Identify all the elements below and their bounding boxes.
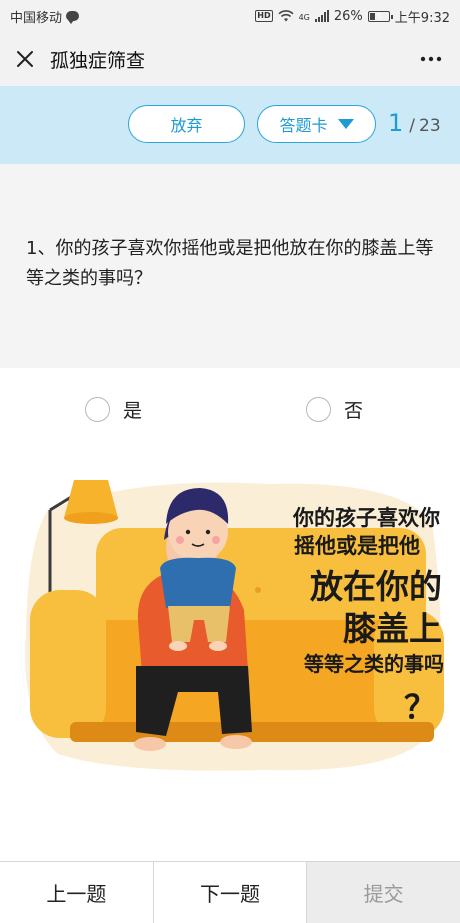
illustration-caption-line-2: 摇他或是把他 <box>294 533 420 558</box>
next-question-label: 下一题 <box>200 882 260 906</box>
question-illustration: 你的孩子喜欢你 摇他或是把他 放在你的 膝盖上 等等之类的事吗 ？ <box>18 470 446 786</box>
clock: 上午9:32 <box>394 10 450 26</box>
carrier-label: 中国移动 <box>10 10 63 26</box>
submit-button[interactable]: 提交 <box>307 862 460 923</box>
next-question-button[interactable]: 下一题 <box>153 862 308 923</box>
signal-icon <box>314 10 329 22</box>
submit-label: 提交 <box>363 882 404 906</box>
wifi-icon <box>278 10 294 22</box>
illustration-caption-line-5: 等等之类的事吗 <box>304 652 444 676</box>
answer-card-label: 答题卡 <box>279 116 328 135</box>
title-bar: 孤独症筛查 <box>0 32 460 86</box>
quit-button[interactable]: 放弃 <box>128 105 245 143</box>
battery-icon: ϟ <box>367 10 393 22</box>
illustration-caption-line-3: 放在你的 <box>310 567 442 606</box>
illustration-caption-line-6: ？ <box>403 688 436 726</box>
radio-yes[interactable] <box>85 397 110 422</box>
hd-icon: HD <box>255 10 273 22</box>
answer-options: 是 否 <box>0 368 460 448</box>
wechat-icon <box>66 11 80 24</box>
illustration-caption-line-1: 你的孩子喜欢你 <box>293 505 440 530</box>
status-right: HD 4G 26% ϟ 上午9:32 <box>255 7 450 26</box>
option-no[interactable]: 否 <box>306 396 363 423</box>
prev-question-label: 上一题 <box>46 882 107 906</box>
current-question-number: 1 <box>388 109 404 137</box>
close-icon <box>17 51 33 67</box>
illustration-caption-line-4: 膝盖上 <box>343 609 442 648</box>
option-yes-label: 是 <box>123 400 143 422</box>
status-bar: 中国移动 HD 4G 26% ϟ 上午9:32 <box>0 0 460 32</box>
progress-separator: / <box>409 116 416 136</box>
more-button[interactable] <box>416 44 446 74</box>
option-yes[interactable]: 是 <box>85 396 142 423</box>
battery-level-fill <box>369 12 375 20</box>
bottom-navigation: 上一题 下一题 提交 <box>0 861 460 923</box>
page-title: 孤独症筛查 <box>50 49 146 72</box>
charging-icon: ϟ <box>376 11 382 20</box>
total-question-count: 23 <box>419 116 441 136</box>
status-left: 中国移动 <box>10 7 80 26</box>
question-progress: 1 / 23 <box>388 109 441 137</box>
network-label: 4G <box>298 12 310 22</box>
option-no-label: 否 <box>344 400 364 422</box>
triangle-down-icon <box>337 119 354 129</box>
quit-button-label: 放弃 <box>170 116 203 135</box>
quiz-toolbar: 放弃 答题卡 1 / 23 <box>0 86 460 164</box>
close-button[interactable] <box>14 48 36 70</box>
more-icon <box>420 56 442 62</box>
question-area: 1、你的孩子喜欢你摇他或是把他放在你的膝盖上等等之类的事吗？ <box>0 164 460 368</box>
radio-no[interactable] <box>306 397 331 422</box>
battery-percent: 26% <box>333 8 363 24</box>
answer-card-button[interactable]: 答题卡 <box>257 105 376 143</box>
question-text: 1、你的孩子喜欢你摇他或是把他放在你的膝盖上等等之类的事吗？ <box>26 238 434 289</box>
prev-question-button[interactable]: 上一题 <box>0 862 154 923</box>
